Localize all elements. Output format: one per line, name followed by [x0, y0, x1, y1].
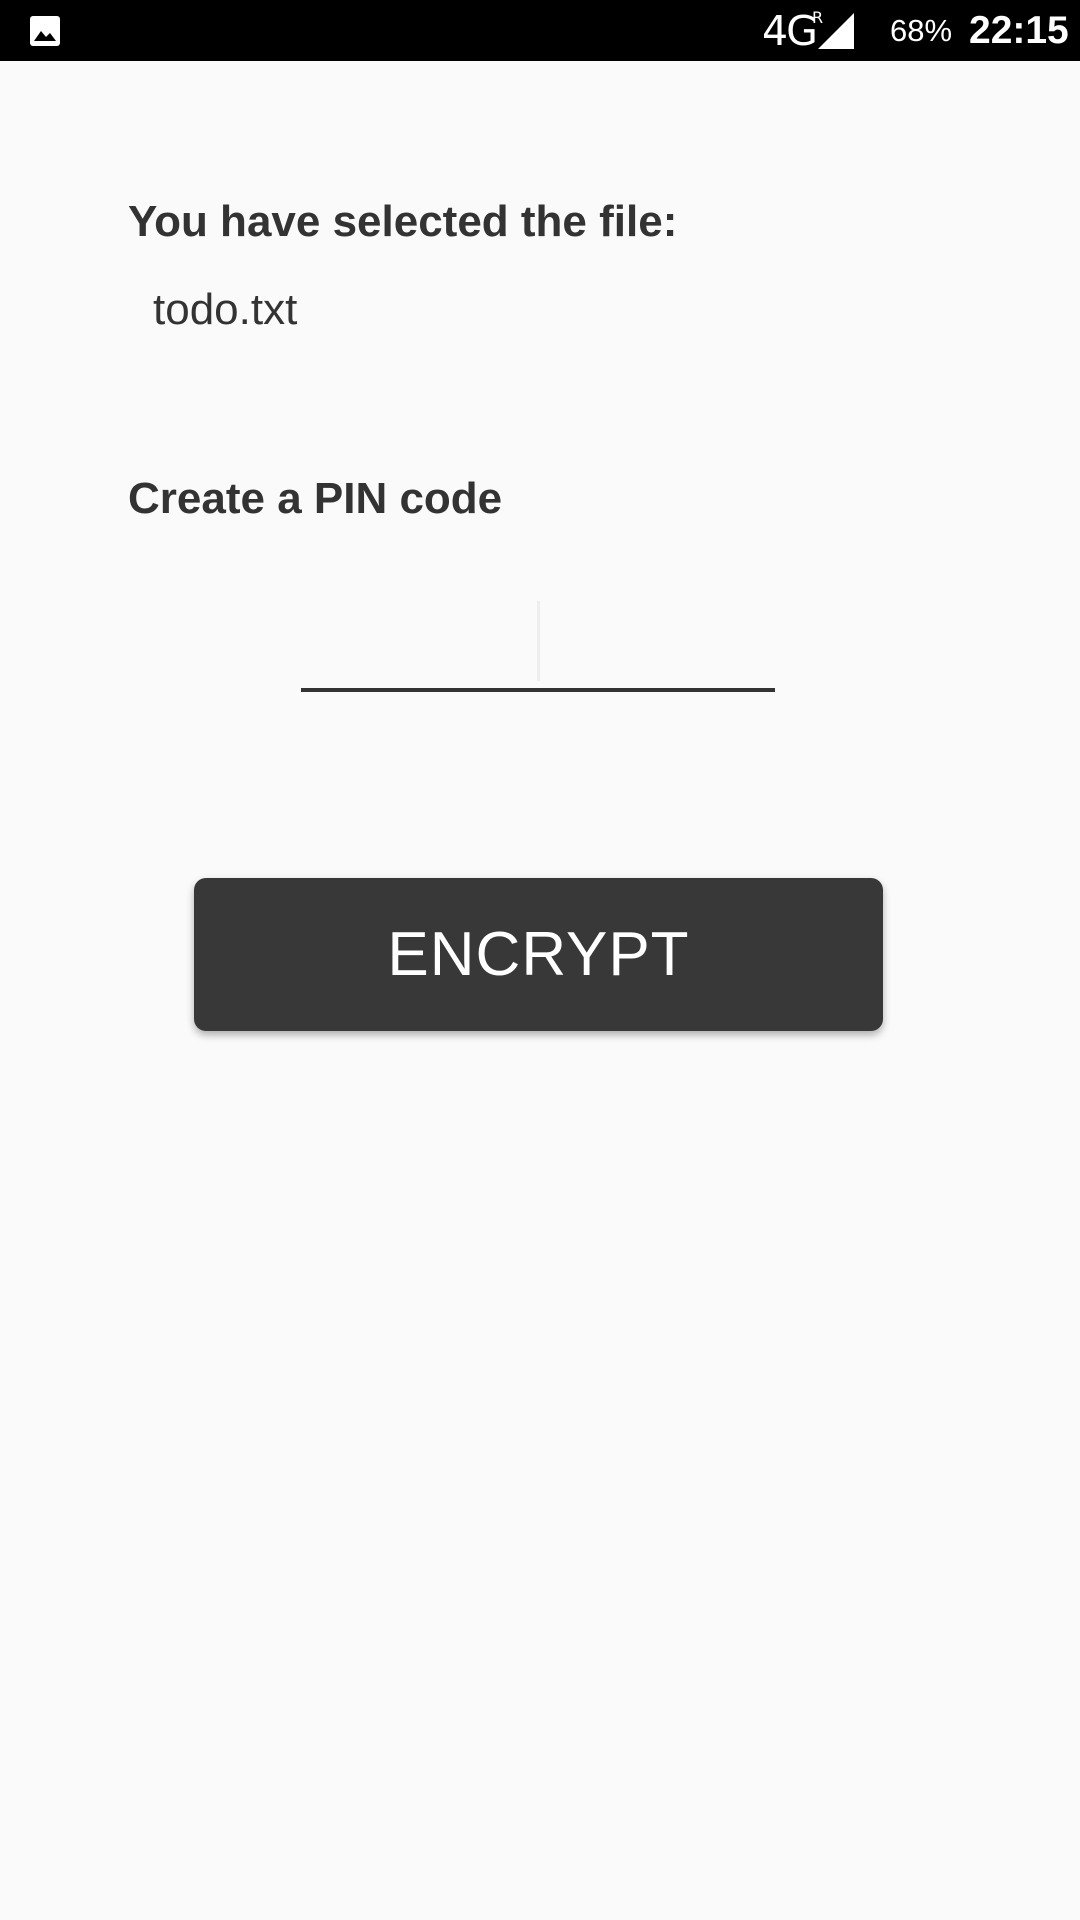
gallery-icon [30, 16, 60, 46]
pin-field[interactable] [301, 581, 775, 693]
pin-heading: Create a PIN code [128, 474, 503, 523]
selected-file-heading: You have selected the file: [128, 197, 678, 246]
signal-icon [818, 13, 854, 49]
encrypt-screen: You have selected the file: todo.txt Cre… [0, 61, 1080, 1920]
encrypt-button[interactable]: ENCRYPT [194, 878, 883, 1031]
status-bar: 4G R 68% 22:15 [0, 0, 1080, 61]
text-cursor [537, 601, 540, 681]
pin-input-underline [301, 688, 775, 692]
battery-percentage: 68% [890, 13, 953, 48]
clock: 22:15 [969, 9, 1069, 52]
selected-file-name: todo.txt [153, 285, 298, 334]
network-type-label: 4G [762, 7, 818, 55]
